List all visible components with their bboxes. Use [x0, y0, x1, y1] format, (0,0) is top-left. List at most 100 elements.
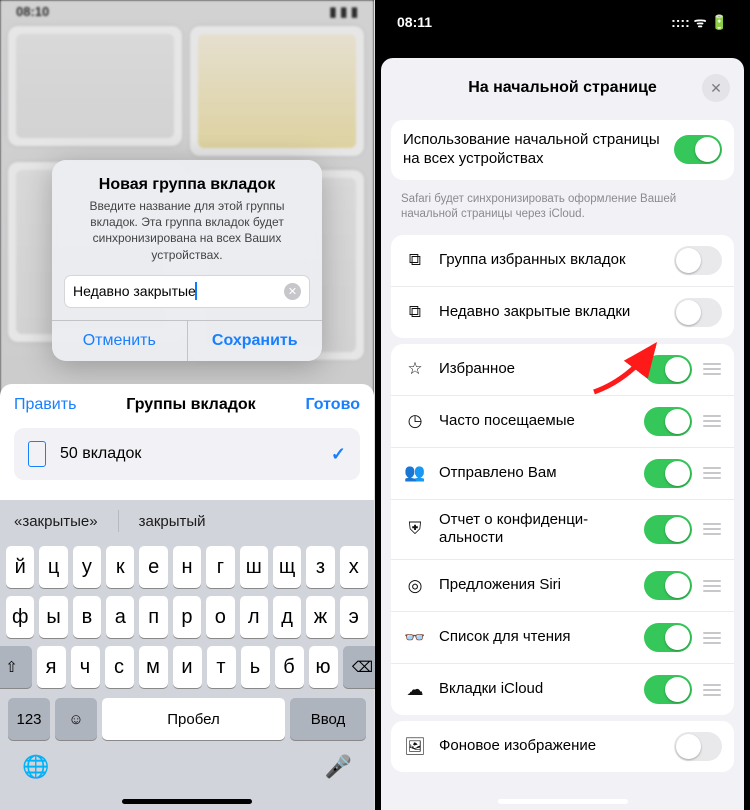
drag-handle-icon[interactable] [702, 632, 722, 644]
key-л[interactable]: л [240, 596, 268, 638]
background-image-toggle[interactable] [674, 732, 722, 761]
status-time: 08:11 [397, 14, 432, 30]
cancel-button[interactable]: Отменить [52, 321, 188, 361]
keyboard[interactable]: «закрытые» закрытый йцукенгшщзх фывапрол… [0, 500, 374, 810]
key-з[interactable]: з [306, 546, 334, 588]
tabs-icon: ⧉ [403, 250, 427, 270]
globe-icon[interactable]: 🌐 [22, 754, 49, 780]
sync-startpage-toggle[interactable] [674, 135, 722, 164]
key-ь[interactable]: ь [241, 646, 270, 688]
key-ф[interactable]: ф [6, 596, 34, 638]
setting-toggle[interactable] [644, 623, 692, 652]
key-г[interactable]: г [206, 546, 234, 588]
key-к[interactable]: к [106, 546, 134, 588]
status-time: 08:10 [16, 4, 49, 28]
setting-label: Предложения Siri [439, 576, 644, 595]
setting-toggle[interactable] [674, 246, 722, 275]
setting-toggle[interactable] [644, 407, 692, 436]
list-icon: 👓 [403, 628, 427, 648]
drag-handle-icon[interactable] [702, 467, 722, 479]
status-icons: ::::ᯤ🔋 [667, 13, 728, 32]
suggestion[interactable]: «закрытые» [8, 507, 104, 536]
status-icons: ▮ ▮ ▮ [329, 4, 358, 28]
key-щ[interactable]: щ [273, 546, 301, 588]
drag-handle-icon[interactable] [702, 415, 722, 427]
bg-card [190, 26, 364, 156]
key-ю[interactable]: ю [309, 646, 338, 688]
drag-handle-icon[interactable] [702, 580, 722, 592]
setting-toggle[interactable] [644, 571, 692, 600]
key-и[interactable]: и [173, 646, 202, 688]
phone-left-tab-groups: 08:10 ▮ ▮ ▮ Новая группа вкладок Введите… [0, 0, 375, 810]
drag-handle-icon[interactable] [702, 523, 722, 535]
close-button[interactable]: ✕ [702, 74, 730, 102]
checkmark-icon: ✓ [331, 444, 346, 465]
tabs-icon [28, 441, 46, 467]
key-б[interactable]: б [275, 646, 304, 688]
list-icon: ☆ [403, 359, 427, 379]
done-button[interactable]: Готово [306, 396, 360, 414]
key-ы[interactable]: ы [39, 596, 67, 638]
key-в[interactable]: в [73, 596, 101, 638]
edit-button[interactable]: Править [14, 396, 76, 414]
emoji-key[interactable]: ☺ [55, 698, 97, 740]
background-image-label: Фоновое изображение [439, 737, 674, 756]
key-т[interactable]: т [207, 646, 236, 688]
key-с[interactable]: с [105, 646, 134, 688]
tab-group-row[interactable]: 50 вкладок ✓ [14, 428, 360, 480]
key-э[interactable]: э [340, 596, 368, 638]
setting-toggle[interactable] [644, 355, 692, 384]
setting-label: Часто посещаемые [439, 412, 644, 431]
key-й[interactable]: й [6, 546, 34, 588]
list-icon: ◎ [403, 576, 427, 596]
list-icon: 👥 [403, 463, 427, 483]
sync-footnote: Safari будет синхронизировать оформление… [381, 186, 744, 229]
space-key[interactable]: Пробел [102, 698, 285, 740]
list-icon: ⛨ [403, 519, 427, 539]
setting-label: Список для чтения [439, 628, 644, 647]
setting-toggle[interactable] [674, 298, 722, 327]
group-name-input[interactable]: Недавно закрытые ✕ [64, 275, 310, 308]
key-м[interactable]: м [139, 646, 168, 688]
key-я[interactable]: я [37, 646, 66, 688]
clear-input-icon[interactable]: ✕ [284, 283, 301, 300]
key-о[interactable]: о [206, 596, 234, 638]
key-п[interactable]: п [139, 596, 167, 638]
tabs-icon: ⧉ [403, 302, 427, 322]
key-ц[interactable]: ц [39, 546, 67, 588]
mic-icon[interactable]: 🎤 [325, 754, 352, 780]
setting-toggle[interactable] [644, 459, 692, 488]
alert-title: Новая группа вкладок [52, 160, 322, 198]
drag-handle-icon[interactable] [702, 684, 722, 696]
key-д[interactable]: д [273, 596, 301, 638]
key-н[interactable]: н [173, 546, 201, 588]
bg-card [8, 26, 182, 146]
key-х[interactable]: х [340, 546, 368, 588]
save-button[interactable]: Сохранить [188, 321, 323, 361]
list-icon: ☁ [403, 680, 427, 700]
key-е[interactable]: е [139, 546, 167, 588]
enter-key[interactable]: Ввод [290, 698, 366, 740]
new-tab-group-alert: Новая группа вкладок Введите название дл… [52, 160, 322, 361]
key-а[interactable]: а [106, 596, 134, 638]
page-title: На начальной странице [423, 79, 702, 97]
setting-toggle[interactable] [644, 675, 692, 704]
setting-label: Вкладки iCloud [439, 680, 644, 699]
suggestion[interactable]: закрытый [133, 507, 212, 536]
key-ч[interactable]: ч [71, 646, 100, 688]
tab-groups-sheet: Править Группы вкладок Готово 50 вкладок… [0, 384, 374, 810]
numbers-key[interactable]: 123 [8, 698, 50, 740]
key-ш[interactable]: ш [240, 546, 268, 588]
phone-right-start-page-settings: 08:11 ::::ᯤ🔋 На начальной странице ✕ Исп… [375, 0, 750, 810]
key-р[interactable]: р [173, 596, 201, 638]
status-bar: 08:11 ::::ᯤ🔋 [375, 0, 750, 44]
shift-key[interactable]: ⇧ [0, 646, 32, 688]
setting-toggle[interactable] [644, 515, 692, 544]
list-icon: ◷ [403, 411, 427, 431]
drag-handle-icon[interactable] [702, 363, 722, 375]
home-indicator [498, 799, 628, 804]
sheet-title: Группы вкладок [126, 396, 255, 414]
key-ж[interactable]: ж [306, 596, 334, 638]
home-indicator [122, 799, 252, 804]
key-у[interactable]: у [73, 546, 101, 588]
